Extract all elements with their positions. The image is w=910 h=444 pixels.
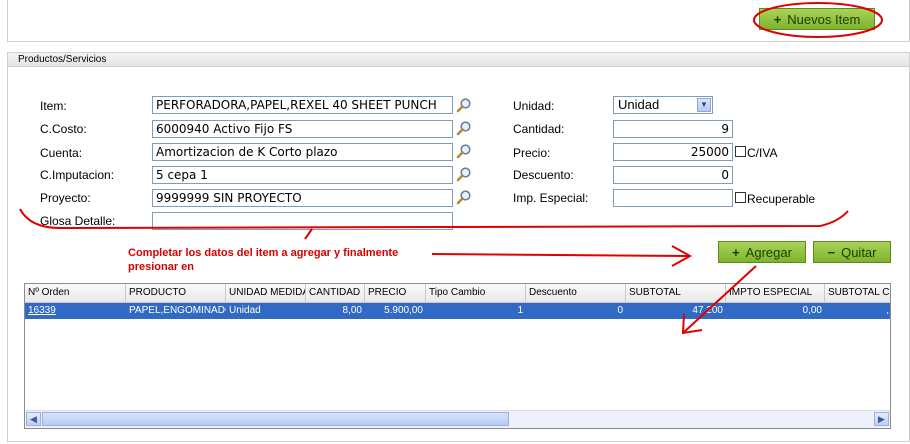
cimputacion-input[interactable]: 5 cepa 1 xyxy=(152,166,453,184)
descuento-input[interactable]: 0 xyxy=(613,166,733,184)
grid-header: Nº Orden PRODUCTO UNIDAD MEDIDA CANTIDAD… xyxy=(25,284,890,303)
arrow-left-icon[interactable]: ◀ xyxy=(26,412,41,426)
row-impto-especial: 0,00 xyxy=(802,305,822,316)
scrollbar-thumb[interactable] xyxy=(42,412,509,426)
agregar-button[interactable]: + Agregar xyxy=(718,241,806,263)
imp-especial-label: Imp. Especial: xyxy=(513,191,589,205)
unidad-select-value: Unidad xyxy=(618,97,660,112)
horizontal-scrollbar[interactable]: ◀ ▶ xyxy=(25,410,890,428)
col-header-subtotal[interactable]: SUBTOTAL xyxy=(626,284,726,302)
row-subtotal: 47.200 xyxy=(692,305,723,316)
col-header-orden[interactable]: Nº Orden xyxy=(25,284,126,302)
items-grid[interactable]: Nº Orden PRODUCTO UNIDAD MEDIDA CANTIDAD… xyxy=(24,283,891,429)
item-label: Item: xyxy=(40,99,67,113)
table-row[interactable]: 16339 PAPEL,ENGOMINADO Unidad 8,00 5.900… xyxy=(25,303,890,319)
ccosto-label: C.Costo: xyxy=(40,122,87,136)
ccosto-input[interactable]: 6000940 Activo Fijo FS xyxy=(152,120,453,138)
col-header-tipo-cambio[interactable]: Tipo Cambio xyxy=(426,284,526,302)
col-header-cantidad[interactable]: CANTIDAD xyxy=(306,284,365,302)
row-tipo-cambio: 1 xyxy=(517,305,523,316)
precio-label: Precio: xyxy=(513,146,551,160)
agregar-label: Agregar xyxy=(745,244,792,260)
cuenta-input[interactable]: Amortizacion de K Corto plazo xyxy=(152,143,453,161)
cuenta-lookup-icon[interactable] xyxy=(456,143,472,159)
precio-input[interactable]: 25000 xyxy=(613,143,733,161)
recuperable-label: Recuperable xyxy=(747,192,816,206)
proyecto-label: Proyecto: xyxy=(40,191,91,205)
new-item-label: Nuevos Item xyxy=(787,11,861,27)
cantidad-input[interactable]: 9 xyxy=(613,120,733,138)
ccosto-lookup-icon[interactable] xyxy=(456,120,472,136)
plus-icon: + xyxy=(773,11,782,27)
new-item-button[interactable]: + Nuevos Item xyxy=(759,8,875,30)
row-descuento: 0 xyxy=(617,305,623,316)
panel-title: Productos/Servicios xyxy=(8,53,909,67)
arrow-right-icon[interactable]: ▶ xyxy=(874,412,889,426)
col-header-subtotal-c[interactable]: SUBTOTAL C xyxy=(825,284,890,302)
imp-especial-input[interactable] xyxy=(613,189,733,207)
proyecto-input[interactable]: 9999999 SIN PROYECTO xyxy=(152,189,453,207)
cuenta-label: Cuenta: xyxy=(40,146,83,160)
item-input[interactable]: PERFORADORA,PAPEL,REXEL 40 SHEET PUNCH xyxy=(152,96,453,114)
quitar-button[interactable]: − Quitar xyxy=(813,241,891,263)
recuperable-checkbox[interactable] xyxy=(735,192,746,203)
proyecto-lookup-icon[interactable] xyxy=(456,189,472,205)
col-header-producto[interactable]: PRODUCTO xyxy=(126,284,226,302)
row-unidad: Unidad xyxy=(229,305,261,316)
row-orden-link[interactable]: 16339 xyxy=(25,303,126,319)
unidad-label: Unidad: xyxy=(513,99,555,113)
chevron-down-icon[interactable]: ▼ xyxy=(697,98,711,112)
col-header-unidad[interactable]: UNIDAD MEDIDA xyxy=(226,284,306,302)
descuento-label: Descuento: xyxy=(513,168,574,182)
row-producto: PAPEL,ENGOMINADO xyxy=(129,305,226,316)
unidad-select[interactable]: Unidad ▼ xyxy=(613,96,713,114)
item-lookup-icon[interactable] xyxy=(456,97,472,113)
glosa-label: Glosa Detalle: xyxy=(40,214,116,228)
cantidad-label: Cantidad: xyxy=(513,122,565,136)
minus-icon: − xyxy=(827,244,836,260)
civa-checkbox[interactable] xyxy=(735,146,746,157)
glosa-input[interactable] xyxy=(152,212,453,230)
cimputacion-label: C.Imputacion: xyxy=(40,168,115,182)
col-header-precio[interactable]: PRECIO xyxy=(365,284,426,302)
row-subtotal-c: , xyxy=(886,305,889,316)
cimputacion-lookup-icon[interactable] xyxy=(456,166,472,182)
col-header-descuento[interactable]: Descuento xyxy=(526,284,626,302)
col-header-impto-especial[interactable]: IMPTO ESPECIAL xyxy=(726,284,825,302)
plus-icon: + xyxy=(732,244,740,260)
civa-label: C/IVA xyxy=(747,146,778,160)
row-cantidad: 8,00 xyxy=(342,305,362,316)
quitar-label: Quitar xyxy=(841,244,877,260)
annotation-text: Completar los datos del item a agregar y… xyxy=(128,247,399,273)
row-precio: 5.900,00 xyxy=(384,305,423,316)
